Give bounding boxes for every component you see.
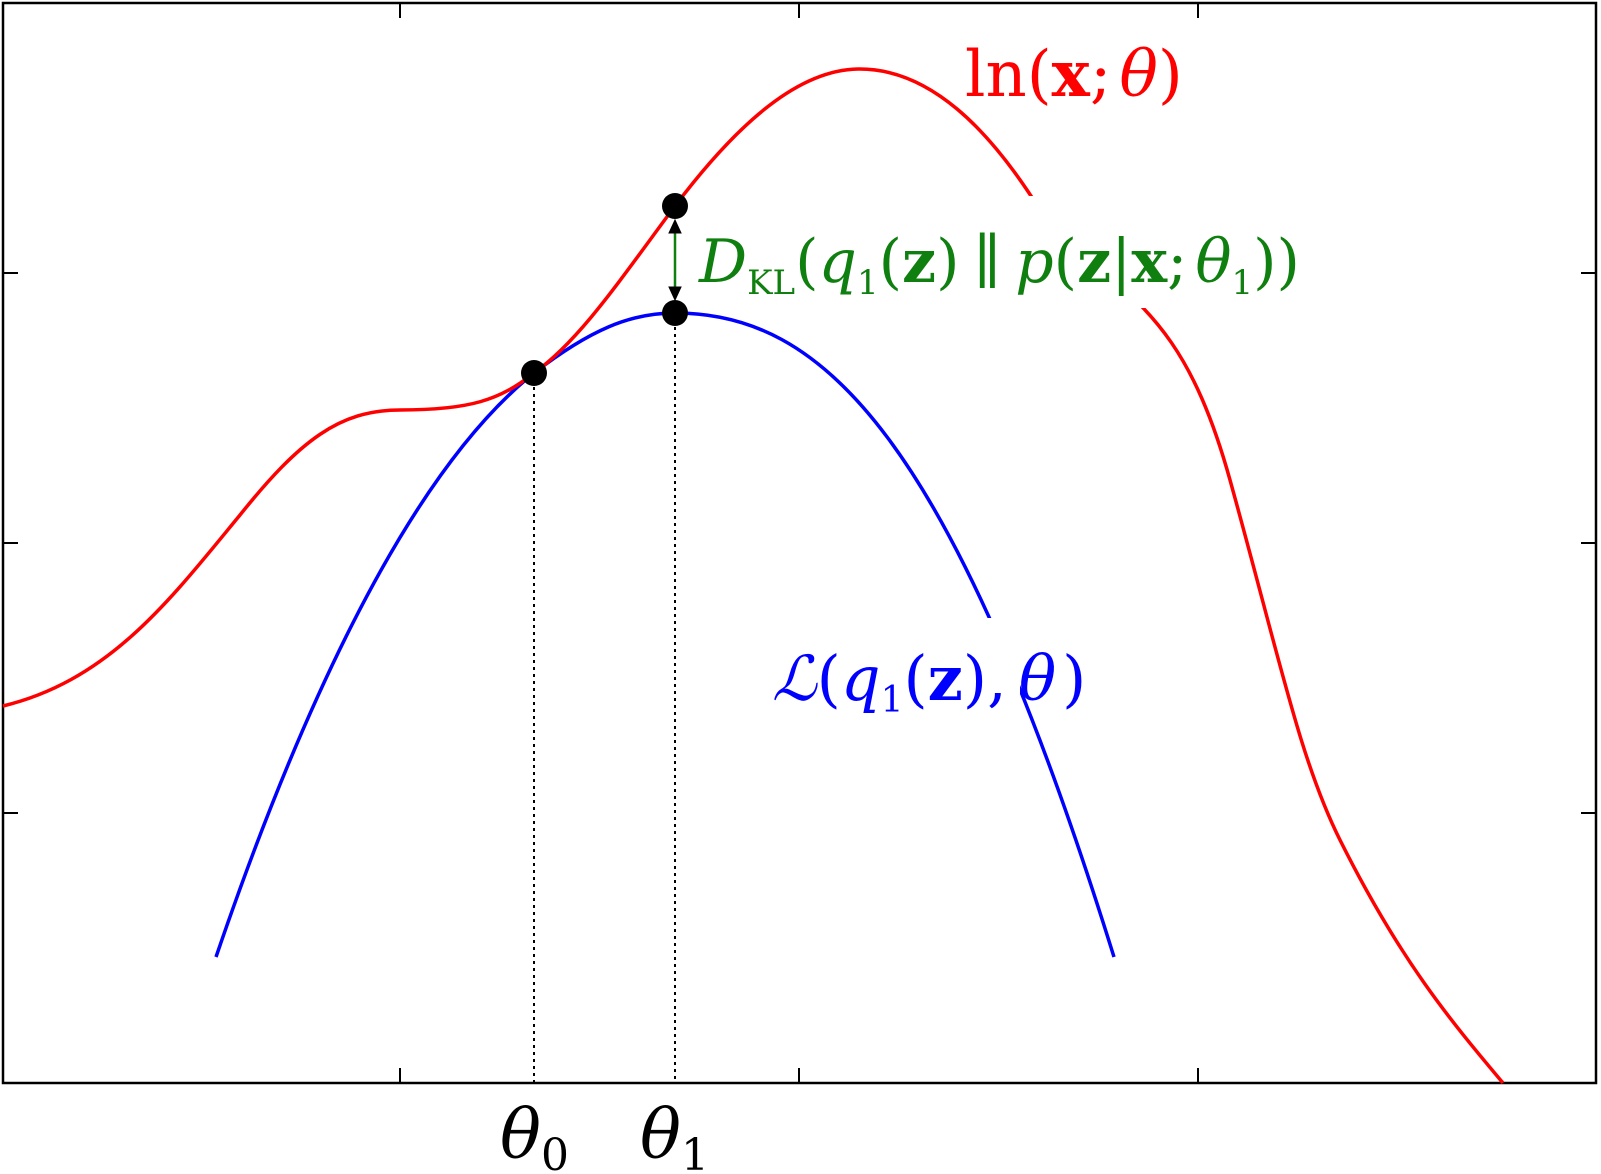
kl-z2: z — [1077, 227, 1111, 297]
theta0-symbol: θ — [500, 1096, 541, 1174]
theta1-sub: 1 — [681, 1130, 709, 1174]
kl-open: ( — [795, 227, 818, 297]
kl-sub: KL — [747, 263, 795, 303]
theta0-tangent-point — [521, 360, 547, 386]
log-likelihood-label: ln(x; θ) — [965, 37, 1183, 112]
kl-semicolon: ; — [1167, 227, 1187, 297]
em-lower-bound-diagram: ln(x; θ) DKL(q1(z) ∥ p(z|x; θ1)) ℒ(q1(z), θ) … — [1, 1, 1598, 1174]
log-likelihood-curve — [2, 67, 1505, 1085]
kl-q: q — [819, 227, 857, 297]
lb-L: ℒ — [772, 642, 818, 715]
ll-open: ( — [1027, 38, 1052, 112]
lb-close: ) — [1062, 642, 1086, 715]
lb-theta: θ — [1019, 642, 1056, 715]
kl-thetasub: 1 — [1231, 263, 1253, 303]
ll-semicolon: ; — [1090, 38, 1112, 112]
ll-theta: θ — [1119, 38, 1158, 112]
kl-close: ) — [1277, 227, 1300, 297]
lb-close2: ) — [963, 642, 987, 715]
kl-z: z — [902, 227, 936, 297]
kl-d: D — [698, 227, 747, 297]
kl-close2: ) — [936, 227, 959, 297]
theta1-label: θ1 — [640, 1096, 709, 1174]
theta0-sub: 0 — [541, 1130, 569, 1174]
theta0-label: θ0 — [500, 1096, 569, 1174]
lb-z: z — [928, 642, 963, 715]
kl-close3: ) — [1253, 227, 1276, 297]
lb-comma: , — [987, 642, 1007, 715]
kl-open3: ( — [1054, 227, 1077, 297]
lb-q: q — [841, 642, 881, 715]
tick-marks — [3, 3, 1596, 1083]
lower-bound-label: ℒ(q1(z), θ) — [772, 642, 1086, 721]
ll-close: ) — [1158, 38, 1183, 112]
ll-x: x — [1052, 37, 1091, 112]
kl-arrow-head-up — [668, 218, 682, 234]
kl-theta: θ — [1195, 227, 1231, 297]
lb-open2: ( — [903, 642, 927, 715]
lb-open: ( — [817, 642, 841, 715]
ll-ln: ln — [965, 38, 1027, 112]
kl-p: p — [1015, 227, 1053, 297]
kl-parallel: ∥ — [974, 227, 1002, 297]
kl-gap-arrow — [668, 218, 682, 302]
theta1-symbol: θ — [640, 1096, 681, 1174]
kl-bar: | — [1111, 227, 1131, 297]
theta1-lower-bound-point — [662, 300, 688, 326]
theta1-log-likelihood-point — [662, 193, 688, 219]
kl-label: DKL(q1(z) ∥ p(z|x; θ1)) — [698, 227, 1300, 303]
kl-x: x — [1131, 227, 1168, 297]
kl-qsub: 1 — [857, 263, 879, 303]
plot-frame — [1, 1, 1598, 1085]
lb-sub: 1 — [881, 680, 904, 721]
kl-arrow-head-down — [668, 286, 682, 302]
kl-open2: ( — [879, 227, 902, 297]
